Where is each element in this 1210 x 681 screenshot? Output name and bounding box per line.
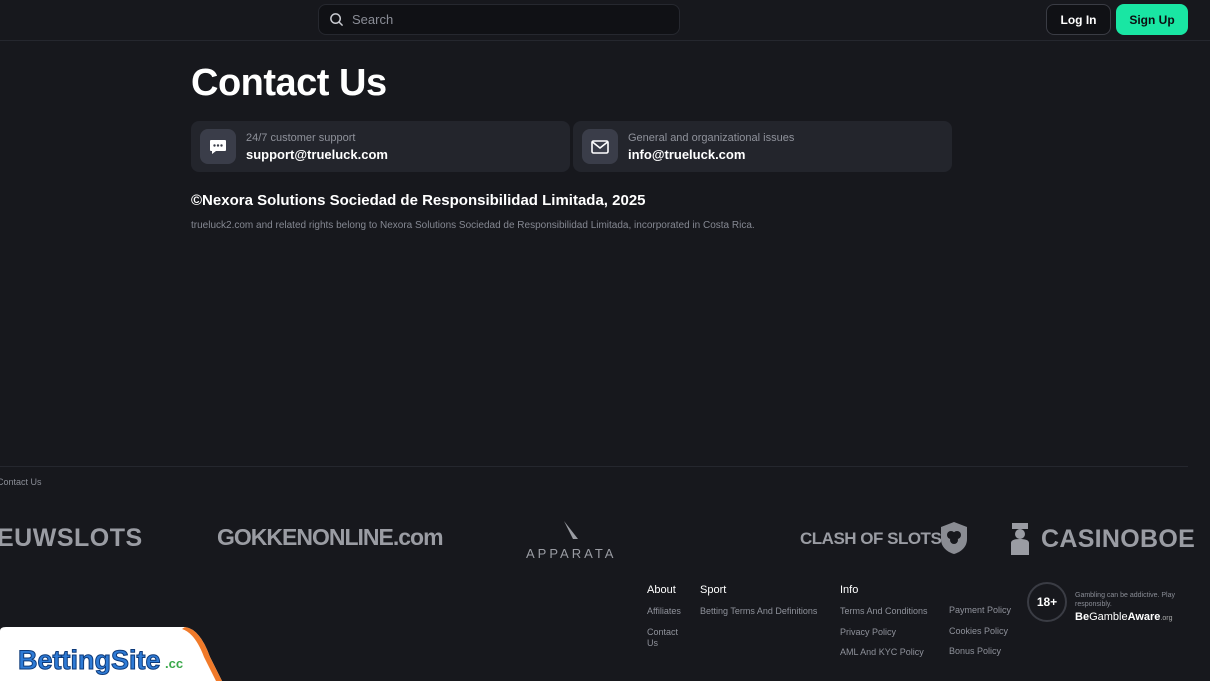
partner-logo-gokkenonline[interactable]: GOKKENONLINE.com [217, 524, 444, 551]
login-button[interactable]: Log In [1046, 4, 1111, 35]
search-box[interactable] [318, 4, 680, 35]
page-title: Contact Us [191, 62, 387, 104]
butler-icon [1011, 523, 1029, 555]
chat-icon [200, 129, 236, 164]
footer-divider [0, 466, 1188, 467]
apparata-mark-icon [564, 521, 579, 539]
casinoboe-wordmark: CASINOBOE [1041, 524, 1196, 553]
rights-text: trueluck2.com and related rights belong … [191, 220, 755, 231]
info-label: General and organizational issues [628, 132, 795, 144]
partner-logo-euwslots[interactable]: EUWSLOTS [0, 524, 143, 553]
footer-link-terms[interactable]: Terms And Conditions [840, 606, 928, 618]
footer-link-payment[interactable]: Payment Policy [949, 605, 1011, 617]
footer-link-cookies[interactable]: Cookies Policy [949, 626, 1011, 638]
footer-link-aml-kyc[interactable]: AML And KYC Policy [840, 647, 928, 659]
begambleaware-org: .org [1160, 615, 1173, 622]
footer-link-privacy[interactable]: Privacy Policy [840, 627, 928, 639]
partner-logo-apparata[interactable]: APPARATA [526, 520, 616, 561]
footer-col-info: Info Terms And Conditions Privacy Policy… [840, 584, 928, 668]
footer-heading-info: Info [840, 584, 859, 596]
apparata-wordmark: APPARATA [526, 546, 617, 561]
footer-col-info-2: Payment Policy Cookies Policy Bonus Poli… [949, 605, 1011, 667]
begambleaware-logo[interactable]: BeGambleAware.org [1075, 611, 1172, 623]
footer-heading-sport: Sport [700, 584, 727, 596]
mail-icon [582, 129, 618, 164]
footer-link-contact-us[interactable]: Contact Us [647, 627, 687, 650]
shield-clover-icon [941, 522, 968, 554]
banner-shape: BettingSite .cc [0, 627, 222, 681]
partner-logo-clash-of-slots[interactable]: CLASH OF SLOTS [800, 521, 969, 555]
footer-link-affiliates[interactable]: Affiliates [647, 606, 687, 618]
footer-link-betting-terms[interactable]: Betting Terms And Definitions [700, 606, 817, 618]
support-label: 24/7 customer support [246, 132, 356, 144]
banner-tld: .cc [165, 656, 183, 671]
footer-heading-about: About [647, 584, 676, 596]
info-contact-card[interactable]: General and organizational issues info@t… [573, 121, 952, 172]
footer-col-about: About Affiliates Contact Us [647, 584, 687, 659]
begambleaware-aware: Aware [1127, 611, 1161, 623]
footer-col-sport: Sport Betting Terms And Definitions [700, 584, 817, 627]
footer-link-bonus[interactable]: Bonus Policy [949, 646, 1011, 658]
partner-logo-casinoboe[interactable]: CASINOBOE [1007, 523, 1195, 555]
search-icon [330, 13, 343, 26]
begambleaware-be: Be [1075, 611, 1090, 623]
top-bar: Log In Sign Up [0, 0, 1210, 41]
banner-brand: BettingSite [18, 645, 161, 675]
signup-button[interactable]: Sign Up [1116, 4, 1188, 35]
breadcrumb[interactable]: Contact Us [0, 477, 42, 487]
support-email[interactable]: support@trueluck.com [246, 147, 388, 162]
begambleaware-gamble: Gamble [1089, 611, 1128, 623]
info-email[interactable]: info@trueluck.com [628, 147, 745, 162]
search-input[interactable] [352, 12, 652, 27]
gambling-warning: Gambling can be addictive. Play responsi… [1075, 592, 1175, 609]
age-restriction-badge: 18+ [1027, 582, 1067, 622]
clash-wordmark: CLASH OF SLOTS [800, 528, 942, 548]
support-contact-card[interactable]: 24/7 customer support support@trueluck.c… [191, 121, 570, 172]
bettingsite-banner[interactable]: BettingSite .cc [0, 627, 240, 681]
copyright-text: ©Nexora Solutions Sociedad de Responsibi… [191, 192, 646, 209]
